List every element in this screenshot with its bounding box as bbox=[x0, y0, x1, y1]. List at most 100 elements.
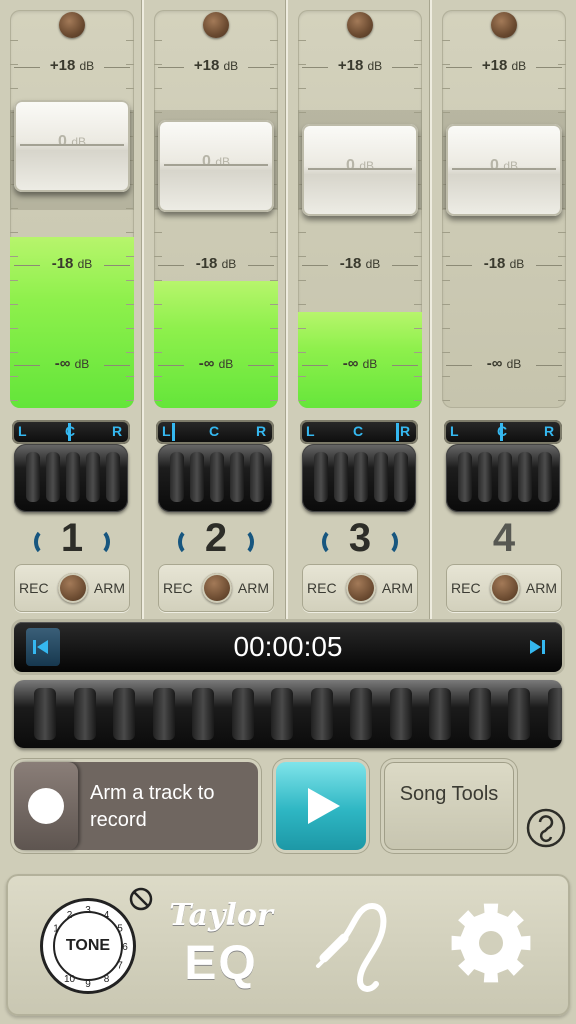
scale-tick bbox=[126, 304, 134, 305]
scale-tick bbox=[414, 112, 422, 113]
pan-knob[interactable] bbox=[158, 444, 272, 512]
arm-led-icon bbox=[202, 573, 232, 603]
fader-zero-label: 0 dB bbox=[489, 157, 519, 174]
scale-tick bbox=[442, 280, 450, 281]
pan-control[interactable]: LCR bbox=[156, 418, 274, 514]
scale-tick bbox=[126, 256, 134, 257]
arm-label: ARM bbox=[525, 580, 557, 596]
fader-handle[interactable]: 0 dB bbox=[302, 124, 418, 216]
scale-tick bbox=[270, 40, 278, 41]
scale-tick bbox=[414, 64, 422, 65]
scale-tick bbox=[10, 376, 18, 377]
pan-knob[interactable] bbox=[302, 444, 416, 512]
track-number: 2 bbox=[204, 516, 228, 560]
scale-tick bbox=[154, 112, 162, 113]
pan-control[interactable]: LCR bbox=[444, 418, 562, 514]
scale-tick bbox=[126, 400, 134, 401]
pan-left-label: L bbox=[450, 423, 459, 439]
channel-strip-1: +18 dB -18 dB -∞ dB 0 dB LCR 1 REC ARM bbox=[0, 0, 144, 620]
scale-label-minus18: -18 dB bbox=[195, 255, 237, 272]
scale-tick bbox=[154, 376, 162, 377]
play-button[interactable] bbox=[276, 762, 366, 850]
taylor-eq-button[interactable]: Taylor EQ bbox=[166, 892, 276, 1002]
rec-arm-button[interactable]: REC ARM bbox=[14, 564, 130, 612]
pan-left-label: L bbox=[306, 423, 315, 439]
eq-label: EQ bbox=[184, 937, 258, 990]
scale-tick bbox=[298, 256, 306, 257]
scale-tick bbox=[558, 400, 566, 401]
rec-arm-button[interactable]: REC ARM bbox=[302, 564, 418, 612]
scale-tick bbox=[10, 304, 18, 305]
scrub-wheel[interactable] bbox=[14, 680, 562, 748]
scale-tick bbox=[558, 304, 566, 305]
pan-control[interactable]: LCR bbox=[12, 418, 130, 514]
rec-arm-button[interactable]: REC ARM bbox=[158, 564, 274, 612]
scale-tick bbox=[10, 280, 18, 281]
fader-handle[interactable]: 0 dB bbox=[446, 124, 562, 216]
scale-tick bbox=[414, 232, 422, 233]
song-tools-button[interactable]: Song Tools bbox=[384, 762, 514, 850]
tone-number: 1 bbox=[53, 924, 59, 935]
scale-tick bbox=[414, 304, 422, 305]
scale-tick bbox=[442, 352, 450, 353]
scale-tick bbox=[558, 64, 566, 65]
fader-handle[interactable]: 0 dB bbox=[14, 100, 130, 192]
pan-knob[interactable] bbox=[14, 444, 128, 512]
fader-track[interactable]: +18 dB -18 dB -∞ dB 0 dB bbox=[10, 10, 134, 408]
scale-tick bbox=[442, 328, 450, 329]
track-number: 3 bbox=[348, 516, 372, 560]
scale-tick bbox=[10, 40, 18, 41]
pan-knob[interactable] bbox=[446, 444, 560, 512]
scale-tick bbox=[154, 40, 162, 41]
instrument-cable-icon[interactable] bbox=[314, 896, 394, 996]
scale-tick bbox=[126, 232, 134, 233]
scale-tick bbox=[154, 232, 162, 233]
record-toggle[interactable]: Arm a track to record bbox=[14, 762, 258, 850]
scale-tick bbox=[414, 352, 422, 353]
scale-tick bbox=[154, 304, 162, 305]
scale-tick bbox=[126, 40, 134, 41]
scale-tick bbox=[270, 88, 278, 89]
scale-tick bbox=[10, 64, 18, 65]
tone-number: 3 bbox=[85, 905, 91, 916]
scale-tick bbox=[414, 280, 422, 281]
arm-prompt-label: Arm a track to record bbox=[90, 782, 215, 831]
fader-track[interactable]: +18 dB -18 dB -∞ dB 0 dB bbox=[442, 10, 566, 408]
song-tools-label: Song Tools bbox=[399, 783, 499, 805]
scale-tick bbox=[558, 376, 566, 377]
scale-tick bbox=[298, 400, 306, 401]
scale-tick bbox=[126, 208, 134, 209]
track-number: 4 bbox=[492, 516, 516, 560]
tone-number: 6 bbox=[122, 942, 128, 953]
fader-track[interactable]: +18 dB -18 dB -∞ dB 0 dB bbox=[298, 10, 422, 408]
scrub-ridge bbox=[310, 688, 333, 740]
scale-tick bbox=[558, 328, 566, 329]
fader-zero-label: 0 dB bbox=[201, 153, 231, 170]
pan-position-marker bbox=[172, 423, 175, 441]
timeline-bar[interactable]: 00:00:05 bbox=[14, 622, 562, 672]
fader-zero-label: 0 dB bbox=[57, 133, 87, 150]
fader-handle[interactable]: 0 dB bbox=[158, 120, 274, 212]
scale-label-inf: -∞ dB bbox=[54, 355, 90, 372]
fader-track[interactable]: +18 dB -18 dB -∞ dB 0 dB bbox=[154, 10, 278, 408]
scale-tick bbox=[298, 376, 306, 377]
scale-label-inf: -∞ dB bbox=[342, 355, 378, 372]
scrub-ridge bbox=[152, 688, 175, 740]
scrub-ridge bbox=[192, 688, 214, 740]
scale-tick bbox=[270, 352, 278, 353]
rec-arm-button[interactable]: REC ARM bbox=[446, 564, 562, 612]
help-icon[interactable] bbox=[526, 808, 566, 848]
record-switch-knob[interactable] bbox=[14, 762, 78, 850]
scale-tick bbox=[10, 328, 18, 329]
scrub-ridge bbox=[34, 688, 56, 740]
gear-icon[interactable] bbox=[450, 902, 532, 984]
pan-control[interactable]: LCR bbox=[300, 418, 418, 514]
scale-tick bbox=[442, 112, 450, 113]
skip-to-end-icon[interactable] bbox=[528, 638, 546, 656]
level-meter bbox=[154, 281, 278, 408]
bottom-toolbar: TONE 1 2 3 4 5 6 7 8 9 10 Taylor EQ bbox=[6, 874, 570, 1016]
scale-tick bbox=[10, 88, 18, 89]
scale-tick bbox=[10, 400, 18, 401]
pan-center-label: C bbox=[209, 423, 220, 439]
tone-dial-button[interactable]: TONE 1 2 3 4 5 6 7 8 9 10 bbox=[40, 898, 136, 994]
